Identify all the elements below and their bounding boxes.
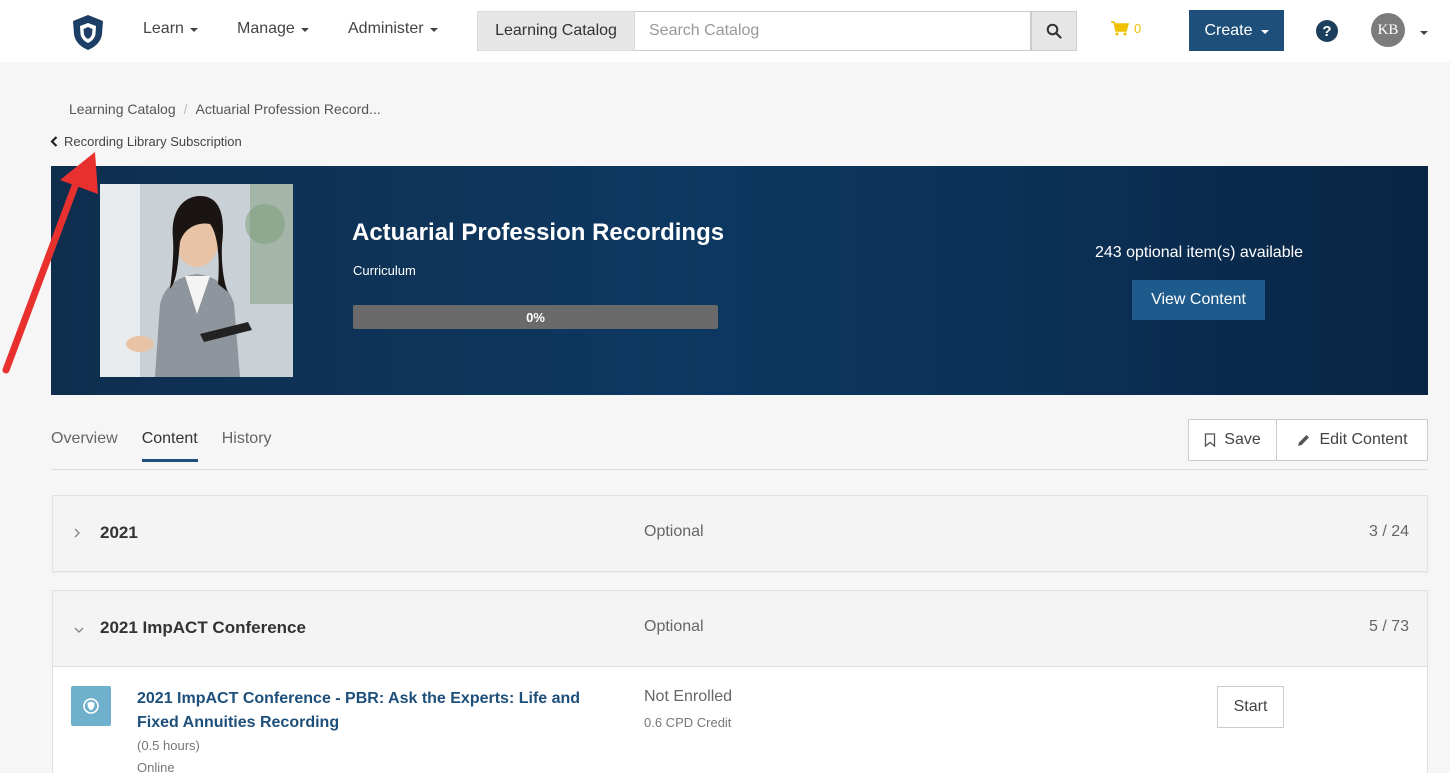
help-icon[interactable]: ?	[1316, 20, 1338, 42]
create-button[interactable]: Create	[1189, 10, 1284, 51]
edit-content-label: Edit Content	[1319, 431, 1408, 448]
breadcrumb-current: Actuarial Profession Record...	[195, 101, 381, 117]
curriculum-title: Actuarial Profession Recordings	[352, 219, 725, 246]
chevron-down-icon	[73, 621, 85, 637]
nav-manage[interactable]: Manage	[237, 20, 309, 38]
search-icon	[1046, 23, 1062, 39]
avatar-caret-icon[interactable]	[1420, 31, 1428, 35]
save-button[interactable]: Save	[1188, 419, 1277, 461]
learning-catalog-button[interactable]: Learning Catalog	[477, 11, 635, 51]
optional-items-count: 243 optional item(s) available	[1094, 244, 1304, 261]
save-label: Save	[1224, 431, 1261, 448]
cart-count: 0	[1134, 20, 1142, 36]
create-label: Create	[1204, 21, 1253, 39]
caret-down-icon	[429, 28, 438, 32]
view-content-button[interactable]: View Content	[1132, 280, 1265, 320]
back-link[interactable]: Recording Library Subscription	[50, 134, 242, 149]
avatar[interactable]: KB	[1371, 13, 1405, 47]
section-count: 5 / 73	[1368, 618, 1409, 635]
start-button[interactable]: Start	[1217, 686, 1284, 728]
bookmark-icon	[1205, 433, 1216, 447]
section-name: 2021 ImpACT Conference	[100, 618, 306, 637]
section-2021[interactable]: 2021 Optional 3 / 24	[52, 495, 1428, 572]
tab-overview[interactable]: Overview	[51, 430, 118, 462]
course-icon	[71, 686, 111, 726]
caret-down-icon	[189, 28, 198, 32]
tab-history[interactable]: History	[222, 430, 272, 462]
nav-administer[interactable]: Administer	[348, 20, 438, 38]
back-chevron-icon	[50, 136, 58, 147]
curriculum-type: Curriculum	[353, 263, 416, 278]
progress-label: 0%	[526, 309, 545, 325]
section-2021-impact-conference[interactable]: 2021 ImpACT Conference Optional 5 / 73	[52, 590, 1428, 667]
content-item-row: 2021 ImpACT Conference - PBR: Ask the Ex…	[52, 667, 1428, 773]
edit-content-button[interactable]: Edit Content	[1276, 419, 1428, 461]
caret-down-icon	[1260, 29, 1269, 34]
tabs-divider	[51, 469, 1428, 470]
item-title-link[interactable]: 2021 ImpACT Conference - PBR: Ask the Ex…	[137, 687, 597, 735]
back-link-label: Recording Library Subscription	[64, 134, 242, 149]
nav-learn[interactable]: Learn	[143, 20, 198, 38]
section-status: Optional	[644, 618, 704, 635]
section-count: 3 / 24	[1368, 523, 1409, 540]
section-name: 2021	[100, 523, 138, 542]
breadcrumb-separator: /	[183, 101, 188, 117]
content-tabs: Overview Content History	[51, 430, 296, 462]
curriculum-banner: Actuarial Profession Recordings Curricul…	[51, 166, 1428, 395]
progress-bar: 0%	[353, 305, 718, 329]
section-status: Optional	[644, 523, 704, 540]
tab-content[interactable]: Content	[141, 430, 198, 462]
breadcrumb-learning-catalog[interactable]: Learning Catalog	[69, 101, 176, 117]
item-enrollment-status: Not Enrolled	[644, 688, 733, 705]
search-catalog-input[interactable]	[635, 11, 1031, 51]
item-duration: (0.5 hours)	[137, 738, 200, 753]
cart-button[interactable]: 0	[1110, 20, 1141, 36]
annotation-arrow-icon	[2, 152, 98, 374]
item-delivery-mode: Online	[137, 760, 175, 773]
cart-icon	[1111, 21, 1129, 36]
breadcrumb: Learning Catalog / Actuarial Profession …	[69, 101, 381, 117]
search-button[interactable]	[1031, 11, 1077, 51]
caret-down-icon	[300, 28, 309, 32]
item-credit: 0.6 CPD Credit	[644, 715, 732, 730]
nav-manage-label: Manage	[237, 20, 295, 37]
shield-logo-icon[interactable]	[68, 12, 108, 52]
pencil-icon	[1298, 434, 1310, 446]
chevron-right-icon	[73, 526, 81, 542]
nav-administer-label: Administer	[348, 20, 424, 37]
nav-learn-label: Learn	[143, 20, 184, 37]
top-navigation: Learn Manage Administer Learning Catalog…	[0, 0, 1450, 62]
